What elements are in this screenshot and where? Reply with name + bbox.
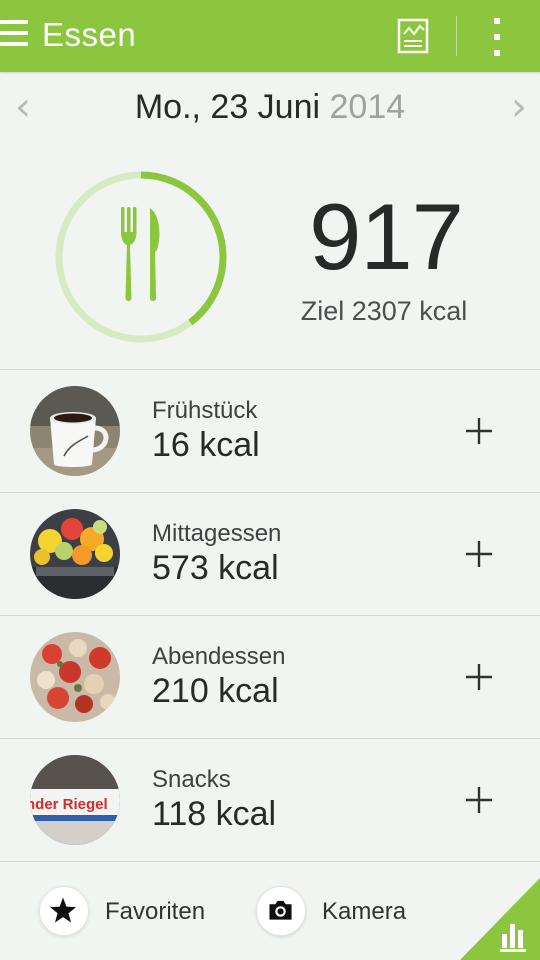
camera-label: Kamera	[322, 898, 407, 925]
plus-icon[interactable]	[464, 416, 494, 446]
meal-kcal: 210 kcal	[152, 672, 279, 710]
hamburger-icon[interactable]	[0, 20, 28, 50]
goal-kcal: Ziel 2307 kcal	[300, 296, 468, 326]
meal-name: Frühstück	[152, 397, 258, 424]
chart-icon[interactable]	[397, 18, 429, 54]
camera-button[interactable]: Kamera	[256, 886, 416, 940]
chevron-right-icon[interactable]: ›	[502, 87, 536, 127]
favorites-label: Favoriten	[105, 898, 206, 925]
meal-row-snacks[interactable]: nder Riegel Snacks 118 kcal	[0, 739, 540, 861]
meal-list: Frühstück 16 kcal Mittagessen 573 kcal A…	[0, 369, 540, 862]
date-main: Mo., 23 Juni	[134, 88, 321, 126]
plus-icon[interactable]	[464, 662, 494, 692]
statistics-button[interactable]	[460, 878, 540, 960]
meal-name: Abendessen	[152, 643, 286, 670]
consumed-kcal: 917	[309, 184, 464, 289]
app-title: Essen	[42, 16, 137, 53]
plus-icon[interactable]	[464, 785, 494, 815]
meal-name: Mittagessen	[152, 520, 282, 547]
meal-row-lunch[interactable]: Mittagessen 573 kcal	[0, 493, 540, 615]
favorites-button[interactable]: Favoriten	[39, 886, 219, 940]
camera-icon	[256, 886, 306, 936]
star-icon	[39, 886, 89, 936]
date-year: 2014	[329, 88, 406, 126]
meal-name: Snacks	[152, 766, 231, 793]
divider	[0, 861, 540, 862]
app-bar: Essen	[0, 0, 540, 72]
meal-kcal: 573 kcal	[152, 549, 279, 587]
meal-kcal: 118 kcal	[152, 795, 277, 833]
toolbar-divider	[456, 16, 457, 56]
more-vert-icon[interactable]	[492, 18, 502, 56]
dinner-photo	[30, 632, 120, 722]
plus-icon[interactable]	[464, 539, 494, 569]
breakfast-photo	[30, 386, 120, 476]
calorie-progress-ring	[55, 171, 227, 343]
date-label[interactable]: Mo., 23 Juni 2014	[0, 88, 540, 127]
date-navigation: ‹ Mo., 23 Juni 2014 ›	[0, 84, 540, 134]
meal-row-dinner[interactable]: Abendessen 210 kcal	[0, 616, 540, 738]
snacks-photo-text: nder Riegel	[30, 796, 108, 813]
meal-kcal: 16 kcal	[152, 426, 260, 464]
meal-row-breakfast[interactable]: Frühstück 16 kcal	[0, 370, 540, 492]
lunch-photo	[30, 509, 120, 599]
fork-knife-icon	[121, 207, 160, 301]
snacks-photo: nder Riegel	[30, 755, 120, 845]
